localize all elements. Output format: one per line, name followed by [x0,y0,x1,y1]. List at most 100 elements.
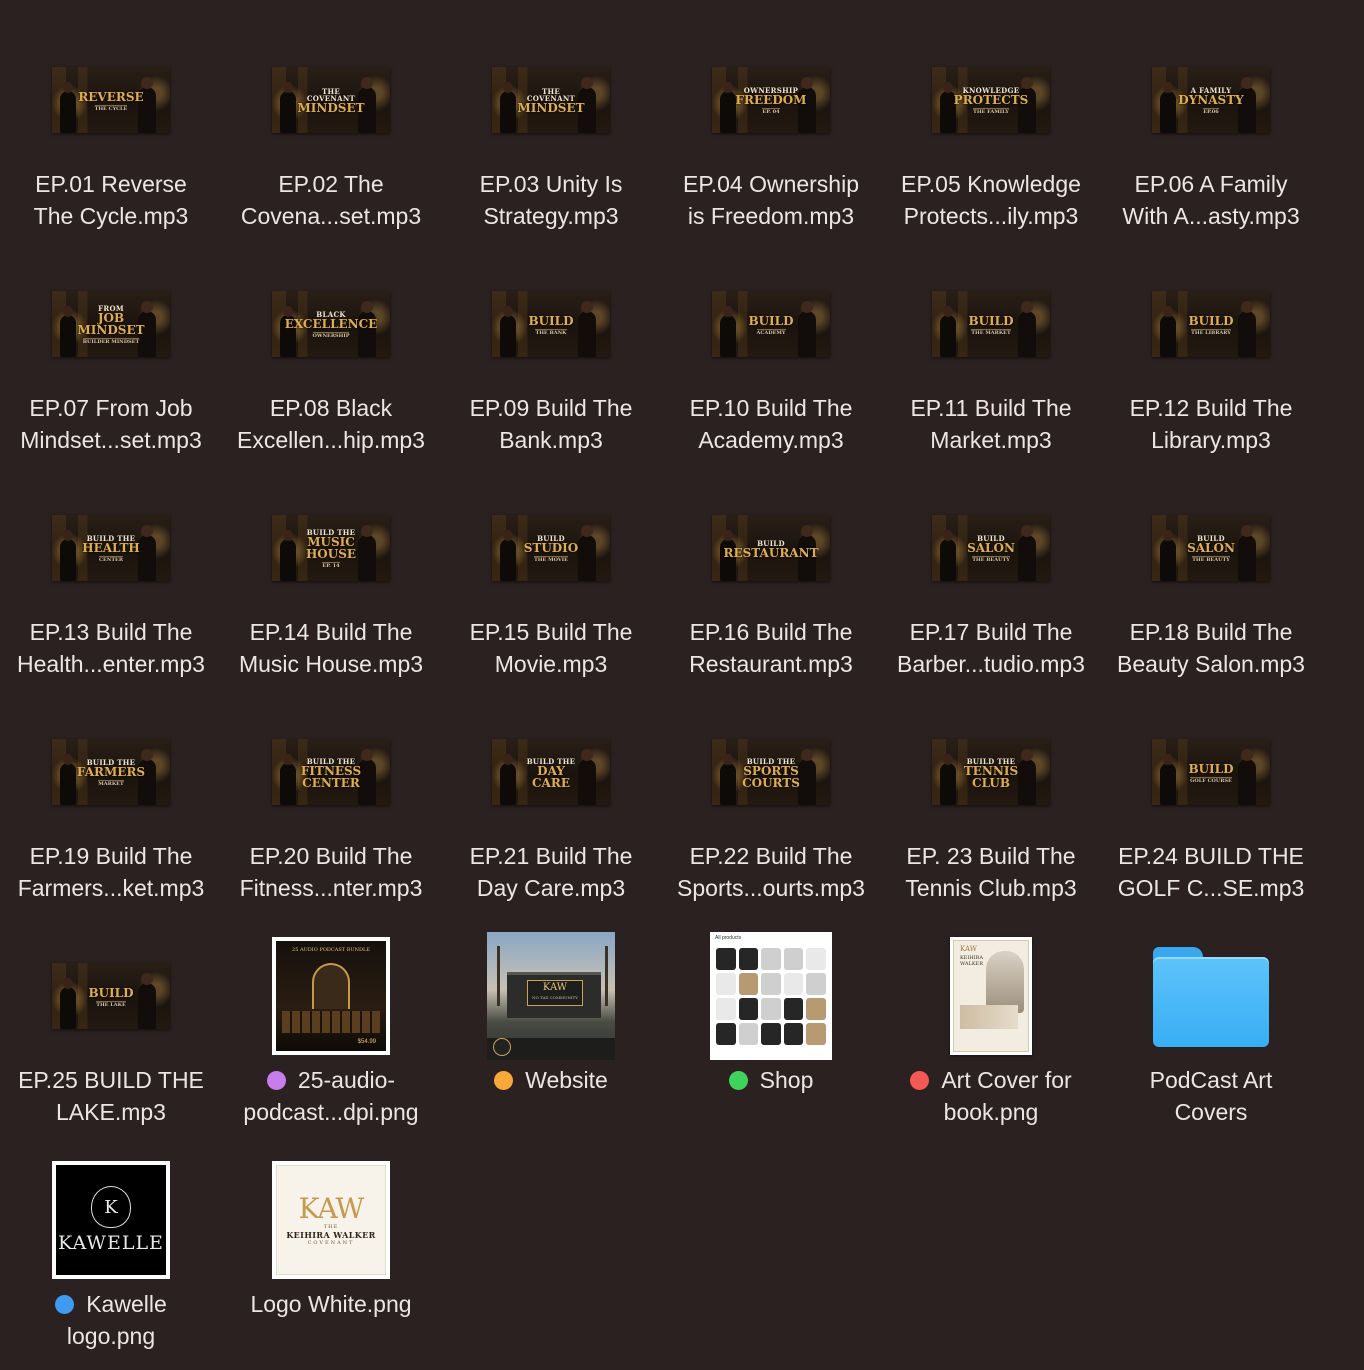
bundle-thumbnail[interactable]: 25 AUDIO PODCAST BUNDLE $54.99 [272,937,390,1055]
file-label[interactable]: EP.16 Build The Restaurant.mp3 [661,616,881,680]
episode-thumbnail[interactable]: BUILD THE BANK [492,291,610,357]
file-label[interactable]: EP.08 Black Excellen...hip.mp3 [221,392,441,456]
file-item-episode[interactable]: A FAMILY DYNASTY EP.06 EP.06 A Family With A… [1101,38,1321,262]
file-item-episode[interactable]: OWNERSHIP FREEDOM EP. 04 EP.04 Ownership is … [661,38,881,262]
website-thumbnail[interactable]: KAW NO TAX COMMUNITY [487,932,615,1060]
episode-thumbnail[interactable]: BLACK EXCELLENCE OWNERSHIP [272,291,390,357]
logo-white-thumbnail[interactable]: KAW THE KEIHIRA WALKER COVENANT [272,1161,390,1279]
file-item-episode[interactable]: BUILD THE TENNIS CLUB EP. 23 Build The Tenn… [881,710,1101,934]
file-label[interactable]: EP.07 From Job Mindset...set.mp3 [1,392,221,456]
file-label[interactable]: EP.06 A Family With A...asty.mp3 [1101,168,1321,232]
file-item-episode[interactable]: BUILD THE HEALTH CENTER EP.13 Build The Heal… [1,486,221,710]
episode-thumbnail[interactable]: BUILD THE FITNESS CENTER [272,739,390,805]
file-item-episode[interactable]: REVERSE THE CYCLE EP.01 Reverse The Cycle.m… [1,38,221,262]
thumb-line3: THE MARKET [971,328,1011,336]
file-item-shop[interactable]: All products Shop [661,932,881,1158]
file-item-kawelle-logo[interactable]: K KAWELLE Kawelle logo.png [1,1158,221,1370]
file-label[interactable]: EP.22 Build The Sports...ourts.mp3 [661,840,881,904]
file-label[interactable]: EP. 23 Build The Tennis Club.mp3 [881,840,1101,904]
episode-thumbnail[interactable]: BUILD THE FARMERS MARKET [52,739,170,805]
file-label[interactable]: EP.25 BUILD THE LAKE.mp3 [1,1064,221,1128]
file-item-bundle[interactable]: 25 AUDIO PODCAST BUNDLE $54.99 25-audio-… [221,934,441,1158]
file-item-logo-white[interactable]: KAW THE KEIHIRA WALKER COVENANT Logo Whi… [221,1158,441,1370]
file-label[interactable]: Kawelle logo.png [1,1288,221,1352]
file-item-episode[interactable]: KNOWLEDGE PROTECTS THE FAMILY EP.05 Knowled… [881,38,1101,262]
file-item-episode[interactable]: BUILD THE SPORTS COURTS EP.22 Build The Spo… [661,710,881,934]
file-item-episode[interactable]: BUILD GOLF COURSE EP.24 BUILD THE GOLF C...… [1101,710,1321,934]
file-label[interactable]: EP.14 Build The Music House.mp3 [221,616,441,680]
file-label[interactable]: EP.03 Unity Is Strategy.mp3 [441,168,661,232]
file-label[interactable]: 25-audio- podcast...dpi.png [221,1064,441,1128]
file-label[interactable]: Art Cover for book.png [881,1064,1101,1128]
file-label[interactable]: EP.02 The Covena...set.mp3 [221,168,441,232]
file-item-website[interactable]: KAW NO TAX COMMUNITY Website [441,932,661,1158]
file-item-episode[interactable]: BUILD THE MARKET EP.11 Build The Market.mp3 [881,262,1101,486]
file-label[interactable]: Website [441,1064,661,1096]
file-label[interactable]: EP.15 Build The Movie.mp3 [441,616,661,680]
file-item-episode[interactable]: THE COVENANT MINDSET EP.02 The Covena...set… [221,38,441,262]
file-item-episode[interactable]: FROM JOB MINDSET BUILDER MINDSET EP.07 From… [1,262,221,486]
episode-thumbnail[interactable]: BUILD GOLF COURSE [1152,739,1270,805]
file-item-episode[interactable]: THE COVENANT MINDSET EP.03 Unity Is Strateg… [441,38,661,262]
episode-thumb-title: BUILD THE MUSIC HOUSE EP. 14 [302,527,360,571]
file-label[interactable]: EP.09 Build The Bank.mp3 [441,392,661,456]
file-label[interactable]: PodCast Art Covers [1101,1064,1321,1128]
file-label[interactable]: EP.10 Build The Academy.mp3 [661,392,881,456]
file-label-line2: Day Care.mp3 [476,875,626,901]
file-label[interactable]: EP.17 Build The Barber...tudio.mp3 [881,616,1101,680]
episode-thumbnail[interactable]: BUILD RESTAURANT [712,515,830,581]
episode-thumbnail[interactable]: BUILD THE SPORTS COURTS [712,739,830,805]
file-item-episode[interactable]: BUILD SALON THE BEAUTY EP.18 Build The Beaut… [1101,486,1321,710]
file-label[interactable]: EP.12 Build The Library.mp3 [1101,392,1321,456]
episode-thumbnail[interactable]: BUILD THE LAKE [52,963,170,1029]
episode-thumbnail[interactable]: BUILD THE TENNIS CLUB [932,739,1050,805]
folder-item-podcast-art-covers[interactable]: PodCast Art Covers [1101,934,1321,1158]
file-item-episode[interactable]: BUILD THE DAY CARE EP.21 Build The Day Care… [441,710,661,934]
file-item-episode[interactable]: BUILD THE MUSIC HOUSE EP. 14 EP.14 Build Th… [221,486,441,710]
book-cover-thumbnail[interactable]: KAW KEIHIRA WALKER [950,937,1032,1055]
episode-thumbnail[interactable]: BUILD THE MARKET [932,291,1050,357]
folder-icon[interactable] [1151,947,1271,1051]
episode-thumbnail[interactable]: BUILD STUDIO THE MOVIE [492,515,610,581]
file-item-episode[interactable]: BLACK EXCELLENCE OWNERSHIP EP.08 Black Excel… [221,262,441,486]
episode-thumbnail[interactable]: BUILD THE LIBRARY [1152,291,1270,357]
episode-thumbnail[interactable]: BUILD SALON THE BEAUTY [932,515,1050,581]
file-label[interactable]: Shop [661,1064,881,1096]
file-label[interactable]: EP.13 Build The Health...enter.mp3 [1,616,221,680]
episode-thumbnail[interactable]: BUILD SALON THE BEAUTY [1152,515,1270,581]
episode-thumbnail[interactable]: KNOWLEDGE PROTECTS THE FAMILY [932,67,1050,133]
file-item-episode[interactable]: BUILD THE FARMERS MARKET EP.19 Build The Far… [1,710,221,934]
episode-thumbnail[interactable]: THE COVENANT MINDSET [492,67,610,133]
episode-thumbnail[interactable]: A FAMILY DYNASTY EP.06 [1152,67,1270,133]
file-item-episode[interactable]: BUILD THE BANK EP.09 Build The Bank.mp3 [441,262,661,486]
episode-thumbnail[interactable]: REVERSE THE CYCLE [52,67,170,133]
episode-thumbnail[interactable]: BUILD ACADEMY [712,291,830,357]
file-label[interactable]: EP.05 Knowledge Protects...ily.mp3 [881,168,1101,232]
file-label[interactable]: EP.21 Build The Day Care.mp3 [441,840,661,904]
file-label[interactable]: EP.24 BUILD THE GOLF C...SE.mp3 [1101,840,1321,904]
episode-thumbnail[interactable]: BUILD THE HEALTH CENTER [52,515,170,581]
file-label[interactable]: EP.01 Reverse The Cycle.mp3 [1,168,221,232]
file-label[interactable]: EP.18 Build The Beauty Salon.mp3 [1101,616,1321,680]
file-label[interactable]: EP.20 Build The Fitness...nter.mp3 [221,840,441,904]
file-label[interactable]: EP.19 Build The Farmers...ket.mp3 [1,840,221,904]
file-item-episode[interactable]: BUILD RESTAURANT EP.16 Build The Restaurant… [661,486,881,710]
file-label-line2: Covers [1174,1099,1248,1125]
file-label[interactable]: EP.04 Ownership is Freedom.mp3 [661,168,881,232]
episode-thumbnail[interactable]: OWNERSHIP FREEDOM EP. 04 [712,67,830,133]
file-label[interactable]: Logo White.png [221,1288,441,1320]
file-item-book-cover[interactable]: KAW KEIHIRA WALKER Art Cover for book.png [881,934,1101,1158]
file-item-episode[interactable]: BUILD SALON THE BEAUTY EP.17 Build The Barbe… [881,486,1101,710]
file-item-episode[interactable]: BUILD STUDIO THE MOVIE EP.15 Build The Movie… [441,486,661,710]
episode-thumbnail[interactable]: BUILD THE DAY CARE [492,739,610,805]
file-item-episode[interactable]: BUILD THE FITNESS CENTER EP.20 Build The Fi… [221,710,441,934]
file-item-episode[interactable]: BUILD THE LAKE EP.25 BUILD THE LAKE.mp3 [1,934,221,1158]
episode-thumbnail[interactable]: BUILD THE MUSIC HOUSE EP. 14 [272,515,390,581]
file-item-episode[interactable]: BUILD THE LIBRARY EP.12 Build The Library.m… [1101,262,1321,486]
file-item-episode[interactable]: BUILD ACADEMY EP.10 Build The Academy.mp3 [661,262,881,486]
file-label[interactable]: EP.11 Build The Market.mp3 [881,392,1101,456]
episode-thumbnail[interactable]: FROM JOB MINDSET BUILDER MINDSET [52,291,170,357]
episode-thumbnail[interactable]: THE COVENANT MINDSET [272,67,390,133]
shop-thumbnail[interactable]: All products [710,932,832,1060]
kawelle-logo-thumbnail[interactable]: K KAWELLE [52,1161,170,1279]
